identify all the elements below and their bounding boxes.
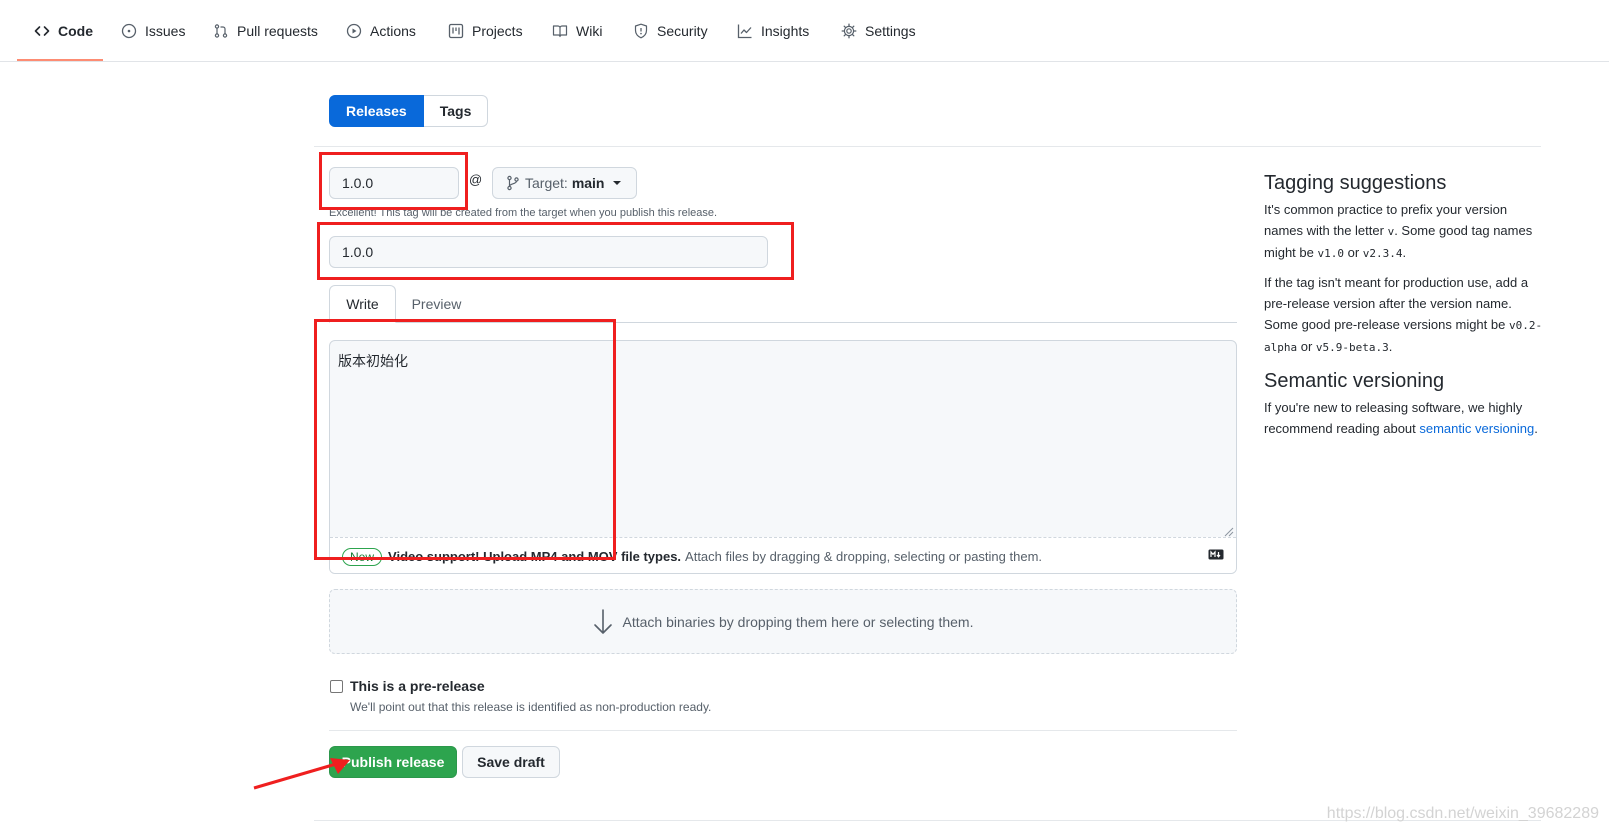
nav-tab-code[interactable]: Code (34, 0, 93, 62)
nav-tab-wiki[interactable]: Wiki (552, 0, 602, 62)
nav-tab-pull-requests[interactable]: Pull requests (213, 0, 318, 62)
text-span: or (1343, 245, 1363, 260)
tagging-suggestions-title: Tagging suggestions (1264, 172, 1447, 194)
resize-grip-icon[interactable] (1224, 527, 1234, 537)
semantic-versioning-title: Semantic versioning (1264, 370, 1445, 392)
nav-tab-label: Projects (472, 23, 523, 39)
attach-files-text: Attach files by dragging & dropping, sel… (685, 549, 1043, 564)
prerelease-note: We'll point out that this release is ide… (350, 700, 712, 714)
text-span: . (1402, 245, 1407, 260)
annotation-arrow-icon (253, 758, 350, 790)
tags-tab[interactable]: Tags (423, 95, 489, 127)
semantic-versioning-text: If you're new to releasing software, we … (1264, 397, 1549, 439)
text-span: . (1388, 339, 1393, 354)
code-span: v5.9-beta.3 (1315, 341, 1389, 354)
nav-tab-settings[interactable]: Settings (841, 0, 916, 62)
chevron-down-icon (612, 181, 621, 185)
branch-icon (505, 175, 521, 191)
nav-tab-label: Code (58, 23, 93, 39)
nav-tab-label: Actions (370, 23, 416, 39)
semantic-versioning-link[interactable]: semantic versioning (1419, 421, 1534, 436)
project-icon (448, 23, 464, 39)
nav-tab-insights[interactable]: Insights (737, 0, 809, 62)
code-span: v2.3.4 (1362, 247, 1403, 260)
markdown-icon[interactable] (1208, 549, 1224, 560)
shield-icon (633, 23, 649, 39)
dropzone-text: Attach binaries by dropping them here or… (622, 613, 974, 630)
nav-tab-label: Issues (145, 23, 186, 39)
nav-tab-label: Insights (761, 23, 810, 39)
divider (329, 730, 1237, 731)
releases-tab[interactable]: Releases (329, 95, 424, 127)
nav-tab-label: Settings (865, 23, 916, 39)
code-span: v1.0 (1317, 247, 1344, 260)
annotation-box-tag (319, 152, 468, 210)
play-icon (346, 23, 362, 39)
graph-icon (737, 23, 753, 39)
tagging-suggestions-text: It's common practice to prefix your vers… (1264, 199, 1549, 264)
pull-request-icon (213, 23, 229, 39)
text-span: . (1534, 421, 1538, 436)
watermark: https://blog.csdn.net/weixin_39682289 (1326, 805, 1599, 822)
prerelease-checkbox[interactable] (330, 680, 343, 693)
annotation-box-title (317, 222, 794, 280)
nav-tab-actions[interactable]: Actions (346, 0, 416, 62)
gear-icon (841, 23, 857, 39)
nav-tab-label: Security (657, 23, 708, 39)
issue-icon (121, 23, 137, 39)
write-tab[interactable]: Write (329, 285, 396, 323)
annotation-box-body (314, 319, 616, 560)
book-icon (552, 23, 568, 39)
nav-tab-projects[interactable]: Projects (448, 0, 523, 62)
active-tab-underline (17, 59, 103, 61)
nav-tab-label: Wiki (576, 23, 603, 39)
nav-tab-security[interactable]: Security (633, 0, 708, 62)
target-label: Target: (525, 175, 568, 191)
at-sign: @ (469, 172, 483, 187)
repo-nav: Code Issues Pull requests Actions Projec… (0, 0, 1609, 62)
nav-tab-issues[interactable]: Issues (121, 0, 185, 62)
code-icon (34, 23, 50, 39)
target-branch-dropdown[interactable]: Target: main (492, 167, 637, 199)
nav-tab-label: Pull requests (237, 23, 318, 39)
prerelease-suggestions-text: If the tag isn't meant for production us… (1264, 272, 1549, 358)
prerelease-label[interactable]: This is a pre-release (350, 678, 485, 694)
attach-binaries-dropzone[interactable]: Attach binaries by dropping them here or… (329, 589, 1237, 654)
arrow-down-icon (593, 608, 613, 636)
text-span: If the tag isn't meant for production us… (1264, 275, 1529, 332)
text-span: or (1297, 339, 1316, 354)
save-draft-button[interactable]: Save draft (462, 746, 560, 778)
releases-subnav: Releases Tags (329, 95, 489, 127)
target-branch-name: main (571, 175, 605, 191)
divider (314, 146, 1541, 147)
preview-tab[interactable]: Preview (403, 285, 470, 323)
